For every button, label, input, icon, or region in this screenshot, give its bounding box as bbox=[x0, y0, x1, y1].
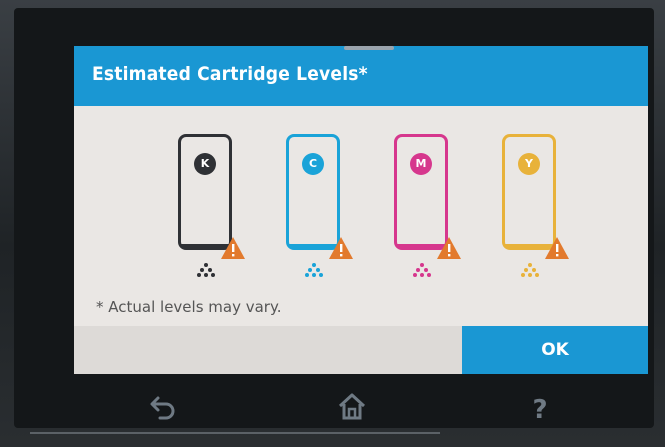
cartridge-yellow-warning-icon bbox=[545, 237, 569, 259]
cartridge-levels-dialog: Estimated Cartridge Levels* K C M Y * Ac… bbox=[74, 46, 648, 374]
cartridge-magenta-warning-icon bbox=[437, 237, 461, 259]
touch-screen: Estimated Cartridge Levels* K C M Y * Ac… bbox=[14, 8, 654, 428]
cartridge-yellow-label: Y bbox=[518, 153, 540, 175]
drag-handle[interactable] bbox=[344, 46, 394, 50]
cartridge-magenta-ink-drops-icon bbox=[413, 263, 431, 277]
ok-button[interactable]: OK bbox=[462, 326, 648, 374]
home-icon bbox=[338, 393, 366, 420]
cartridge-magenta[interactable]: M bbox=[394, 134, 448, 250]
cartridge-yellow[interactable]: Y bbox=[502, 134, 556, 250]
cartridge-cyan-label: C bbox=[302, 153, 324, 175]
dialog-title: Estimated Cartridge Levels* bbox=[92, 63, 368, 85]
cartridge-cyan[interactable]: C bbox=[286, 134, 340, 250]
cartridge-black-label: K bbox=[194, 153, 216, 175]
home-button[interactable] bbox=[332, 390, 372, 430]
back-button[interactable] bbox=[144, 390, 184, 430]
cartridge-yellow-ink-drops-icon bbox=[521, 263, 539, 277]
bezel-edge bbox=[30, 432, 440, 434]
help-button[interactable]: ? bbox=[520, 390, 560, 430]
dialog-header: Estimated Cartridge Levels* bbox=[74, 46, 648, 106]
cartridge-cyan-ink-drops-icon bbox=[305, 263, 323, 277]
cartridge-black-warning-icon bbox=[221, 237, 245, 259]
footnote: * Actual levels may vary. bbox=[96, 298, 282, 316]
cartridge-black-ink-drops-icon bbox=[197, 263, 215, 277]
cartridge-black[interactable]: K bbox=[178, 134, 232, 250]
back-icon bbox=[150, 396, 175, 420]
cartridge-cyan-warning-icon bbox=[329, 237, 353, 259]
cartridge-magenta-label: M bbox=[410, 153, 432, 175]
